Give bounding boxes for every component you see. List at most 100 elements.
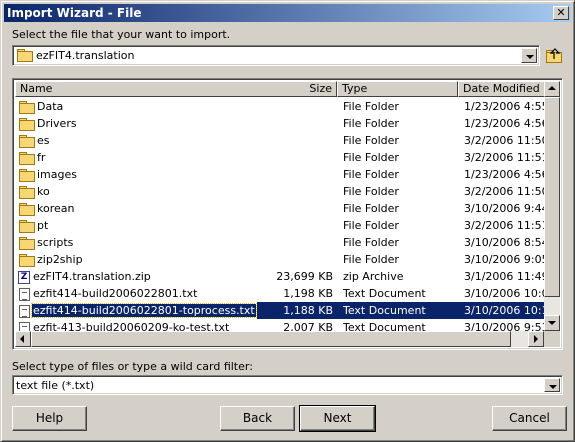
help-button[interactable]: Help — [12, 406, 87, 431]
file-row[interactable]: pt File Folder 3/2/2006 11:51 A — [15, 217, 546, 234]
import-wizard-window: Import Wizard - File ✕ Select the file t… — [0, 0, 575, 442]
file-name: Data — [37, 100, 64, 113]
file-name-cell: ZezFIT4.translation.zip — [17, 268, 257, 285]
file-row[interactable]: ko File Folder 3/2/2006 11:50 A — [15, 183, 546, 200]
file-type: File Folder — [343, 117, 399, 130]
filter-value: text file (*.txt) — [16, 379, 95, 392]
file-date-modified: 1/23/2006 4:56 P — [464, 168, 546, 181]
file-name-cell: scripts — [17, 234, 257, 251]
file-name-cell: images — [17, 166, 257, 183]
file-type: File Folder — [343, 151, 399, 164]
file-date-modified: 3/10/2006 10:16 — [458, 302, 546, 319]
file-date-modified: 3/1/2006 11:49 A — [464, 270, 546, 283]
column-header-size[interactable]: Size — [257, 81, 337, 97]
window-title: Import Wizard - File — [7, 6, 142, 20]
file-name: ezfit414-build2006022801-toprocess.txt — [31, 303, 257, 318]
file-list[interactable]: Name Size Type Date Modified Data File Fo… — [12, 78, 563, 350]
file-row[interactable]: images File Folder 1/23/2006 4:56 P — [15, 166, 546, 183]
file-date-modified: 1/23/2006 4:55 P — [464, 100, 546, 113]
scroll-right-button[interactable] — [528, 331, 544, 347]
vertical-scroll-thumb[interactable] — [544, 97, 560, 297]
file-type: File Folder — [343, 168, 399, 181]
file-name: images — [37, 168, 77, 181]
file-name: scripts — [37, 236, 74, 249]
file-name: es — [37, 134, 50, 147]
file-name-cell: korean — [17, 200, 257, 217]
file-name-cell: ko — [17, 183, 257, 200]
file-name: pt — [37, 219, 49, 232]
close-icon: ✕ — [556, 6, 566, 19]
file-name: zip2ship — [37, 253, 83, 266]
folder-icon — [17, 49, 33, 62]
vertical-scrollbar[interactable] — [544, 81, 560, 331]
title-bar[interactable]: Import Wizard - File ✕ — [4, 4, 571, 22]
horizontal-scrollbar[interactable] — [15, 331, 544, 347]
folder-icon — [19, 101, 35, 114]
file-date-modified: 3/10/2006 10:07 — [464, 287, 546, 300]
next-button[interactable]: Next — [299, 405, 376, 432]
file-type: Text Document — [337, 302, 458, 319]
folder-icon — [19, 135, 35, 148]
file-type: File Folder — [343, 219, 399, 232]
file-name-cell: ezfit414-build2006022801-toprocess.txt — [17, 302, 257, 319]
location-dropdown-button[interactable] — [521, 48, 537, 63]
file-date-modified: 3/2/2006 11:50 A — [464, 185, 546, 198]
file-date-modified: 3/2/2006 11:50 A — [464, 134, 546, 147]
location-combo[interactable]: ezFIT4.translation — [12, 45, 540, 66]
file-type: File Folder — [343, 236, 399, 249]
column-header-type-label: Type — [342, 82, 368, 95]
file-row[interactable]: fr File Folder 3/2/2006 11:51 A — [15, 149, 546, 166]
file-row[interactable]: es File Folder 3/2/2006 11:50 A — [15, 132, 546, 149]
column-header-date[interactable]: Date Modified — [458, 81, 546, 97]
file-type: File Folder — [343, 100, 399, 113]
file-name-cell: ezfit414-build2006022801.txt — [17, 285, 257, 302]
file-name: ezfit414-build2006022801.txt — [33, 287, 198, 300]
file-date-modified: 3/2/2006 11:51 A — [464, 151, 546, 164]
file-row[interactable]: Data File Folder 1/23/2006 4:55 P — [15, 98, 546, 115]
file-name-cell: zip2ship — [17, 251, 257, 268]
folder-icon — [19, 203, 35, 216]
file-type: File Folder — [343, 185, 399, 198]
column-header-type[interactable]: Type — [337, 81, 458, 97]
select-file-prompt: Select the file that your want to import… — [12, 28, 231, 41]
folder-icon — [19, 254, 35, 267]
filter-label: Select type of files or type a wild card… — [12, 360, 253, 373]
file-name: korean — [37, 202, 75, 215]
file-name-cell: fr — [17, 149, 257, 166]
folder-icon — [19, 186, 35, 199]
close-button[interactable]: ✕ — [553, 6, 569, 20]
file-name-cell: es — [17, 132, 257, 149]
filter-combo[interactable]: text file (*.txt) — [12, 375, 563, 395]
horizontal-scroll-thumb[interactable] — [31, 331, 511, 347]
file-row[interactable]: Drivers File Folder 1/23/2006 4:56 P — [15, 115, 546, 132]
file-row[interactable]: zip2ship File Folder 3/10/2006 9:05 A — [15, 251, 546, 268]
file-type: File Folder — [343, 253, 399, 266]
file-row[interactable]: ZezFIT4.translation.zip 23,699 KB zip Arch… — [15, 268, 546, 285]
filter-dropdown-button[interactable] — [544, 378, 560, 392]
file-type: zip Archive — [343, 270, 404, 283]
up-one-level-button[interactable] — [545, 47, 563, 65]
file-row[interactable]: ezfit414-build2006022801-toprocess.txt 1,… — [15, 302, 546, 319]
file-date-modified: 3/10/2006 9:44 A — [464, 202, 546, 215]
folder-icon — [19, 220, 35, 233]
folder-icon — [19, 118, 35, 131]
file-size: 1,188 KB — [257, 302, 337, 319]
file-name: ko — [37, 185, 50, 198]
text-document-icon — [19, 287, 30, 301]
folder-icon — [19, 152, 35, 165]
scroll-left-button[interactable] — [15, 331, 31, 347]
file-size: 23,699 KB — [276, 270, 333, 283]
cancel-button[interactable]: Cancel — [492, 406, 567, 431]
scroll-down-button[interactable] — [544, 315, 560, 331]
text-document-icon — [19, 304, 30, 318]
file-name: Drivers — [37, 117, 77, 130]
file-type: File Folder — [343, 134, 399, 147]
column-header-size-label: Size — [309, 82, 332, 95]
file-row[interactable]: korean File Folder 3/10/2006 9:44 A — [15, 200, 546, 217]
file-type: File Folder — [343, 202, 399, 215]
back-button[interactable]: Back — [220, 406, 295, 431]
file-name-cell: Data — [17, 98, 257, 115]
scroll-up-button[interactable] — [544, 81, 560, 97]
file-row[interactable]: scripts File Folder 3/10/2006 8:54 A — [15, 234, 546, 251]
file-row[interactable]: ezfit414-build2006022801.txt 1,198 KB Text… — [15, 285, 546, 302]
